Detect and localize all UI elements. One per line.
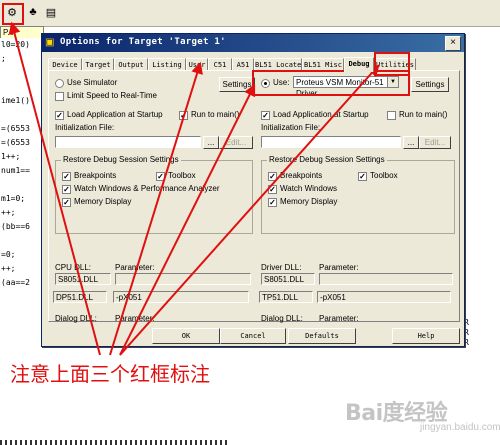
tab-debug[interactable]: Debug [344,57,374,72]
ide-toolbar: ⚙ ♣ ▤ [0,0,500,27]
left-cpu-param-label: Parameter: [115,263,155,272]
left-cpu-dll-label: CPU DLL: [55,263,92,272]
cancel-button[interactable]: Cancel [220,328,286,344]
left-init-file-label: Initialization File: [55,123,115,132]
code-line: =0; [1,250,16,259]
left-run-to-main-checkbox[interactable]: ✓ [179,111,188,120]
code-line: num1== [1,166,30,175]
code-line: =(6553 [1,138,30,147]
code-line: (bb==6 [1,222,30,231]
right-run-to-main-checkbox[interactable] [387,111,396,120]
dialog-title-bar[interactable]: ▣ Options for Target 'Target 1' × [42,34,464,52]
left-watch-label: Watch Windows & Performance Analyzer [74,184,220,193]
left-browse-button[interactable]: ... [203,136,219,149]
dialog-title: Options for Target 'Target 1' [60,37,226,47]
left-load-app-checkbox[interactable]: ✓ [55,111,64,120]
defaults-button[interactable]: Defaults [288,328,356,344]
right-watch-label: Watch Windows [280,184,338,193]
debug-panel: Use Simulator Limit Speed to Real-Time S… [48,70,460,323]
use-simulator-radio[interactable] [55,79,64,88]
code-line: =(6553 [1,124,30,133]
right-toolbox-label: Toolbox [370,171,398,180]
right-run-to-main-label: Run to main() [399,110,448,119]
right-load-app-label: Load Application at Startup [273,110,369,119]
left-breakpoints-label: Breakpoints [74,171,117,180]
right-dialog-param-value-field[interactable]: -pX051 [317,291,451,303]
code-line: 1++; [1,152,21,161]
right-toolbox-checkbox[interactable]: ✓ [358,172,367,181]
help-button[interactable]: Help [392,328,460,344]
left-load-app-label: Load Application at Startup [67,110,163,119]
use-simulator-label: Use Simulator [67,78,118,87]
right-driver-param-label: Parameter: [319,263,359,272]
right-driver-param-field[interactable] [319,273,453,285]
left-breakpoints-checkbox[interactable]: ✓ [62,172,71,181]
left-memory-checkbox[interactable]: ✓ [62,198,71,207]
code-line: ++; [1,208,16,217]
right-restore-title: Restore Debug Session Settings [267,155,387,164]
rebuild-icon[interactable]: ▤ [42,3,60,21]
right-edit-button[interactable]: Edit... [419,136,451,149]
limit-speed-label: Limit Speed to Real-Time [67,91,157,100]
code-editor-right: RRR [462,38,500,368]
right-dialog-dll-value-field[interactable]: TP51.DLL [259,291,313,303]
right-memory-checkbox[interactable]: ✓ [268,198,277,207]
right-driver-dll-label: Driver DLL: [261,263,302,272]
left-settings-button[interactable]: Settings [219,77,255,92]
left-cpu-dll-field[interactable]: S8051.DLL [55,273,111,285]
right-init-file-input[interactable] [261,136,401,148]
code-line: (aa==2 [1,278,30,287]
right-dialog-param-label: Parameter: [319,314,359,323]
close-button[interactable]: × [445,36,461,51]
code-line: ++; [1,264,16,273]
left-toolbox-label: Toolbox [168,171,196,180]
code-line: ; [1,54,6,63]
right-settings-button[interactable]: Settings [411,77,449,92]
left-toolbox-checkbox[interactable]: ✓ [156,172,165,181]
left-watch-checkbox[interactable]: ✓ [62,185,71,194]
right-restore-group: Restore Debug Session Settings ✓ Breakpo… [261,155,455,234]
code-line: ime1() [1,96,30,105]
right-breakpoints-label: Breakpoints [280,171,323,180]
right-breakpoints-checkbox[interactable]: ✓ [268,172,277,181]
code-line: l0=20) [1,40,30,49]
left-memory-label: Memory Display [74,197,132,206]
right-browse-button[interactable]: ... [403,136,419,149]
red-box-use-driver [252,70,410,96]
right-driver-dll-field[interactable]: S8051.DLL [261,273,315,285]
right-init-file-label: Initialization File: [261,123,321,132]
left-dialog-param-label: Parameter: [115,314,155,323]
annotation-text: 注意上面三个红框标注 [10,362,210,386]
right-memory-label: Memory Display [280,197,338,206]
left-dialog-dll-label: Dialog DLL: [55,314,97,323]
ide-status-strip [0,440,230,445]
left-dialog-param-value-field[interactable]: -pX051 [113,291,249,303]
right-load-app-checkbox[interactable]: ✓ [261,111,270,120]
left-restore-title: Restore Debug Session Settings [61,155,181,164]
watermark-url: jingyan.baidu.com [420,422,500,433]
code-line: m1=0; [1,194,26,203]
left-dialog-dll-value-field[interactable]: DP51.DLL [53,291,107,303]
left-edit-button[interactable]: Edit... [219,136,253,149]
left-cpu-param-field[interactable] [115,273,251,285]
right-watch-checkbox[interactable]: ✓ [268,185,277,194]
right-dialog-dll-label: Dialog DLL: [261,314,303,323]
dialog-app-icon: ▣ [45,37,55,48]
red-box-options-icon [2,3,24,25]
left-restore-group: Restore Debug Session Settings ✓ Breakpo… [55,155,253,234]
build-icon[interactable]: ♣ [24,3,42,21]
left-init-file-input[interactable] [55,136,201,148]
limit-speed-checkbox[interactable] [55,92,64,101]
left-run-to-main-label: Run to main() [191,110,240,119]
ok-button[interactable]: OK [152,328,220,344]
